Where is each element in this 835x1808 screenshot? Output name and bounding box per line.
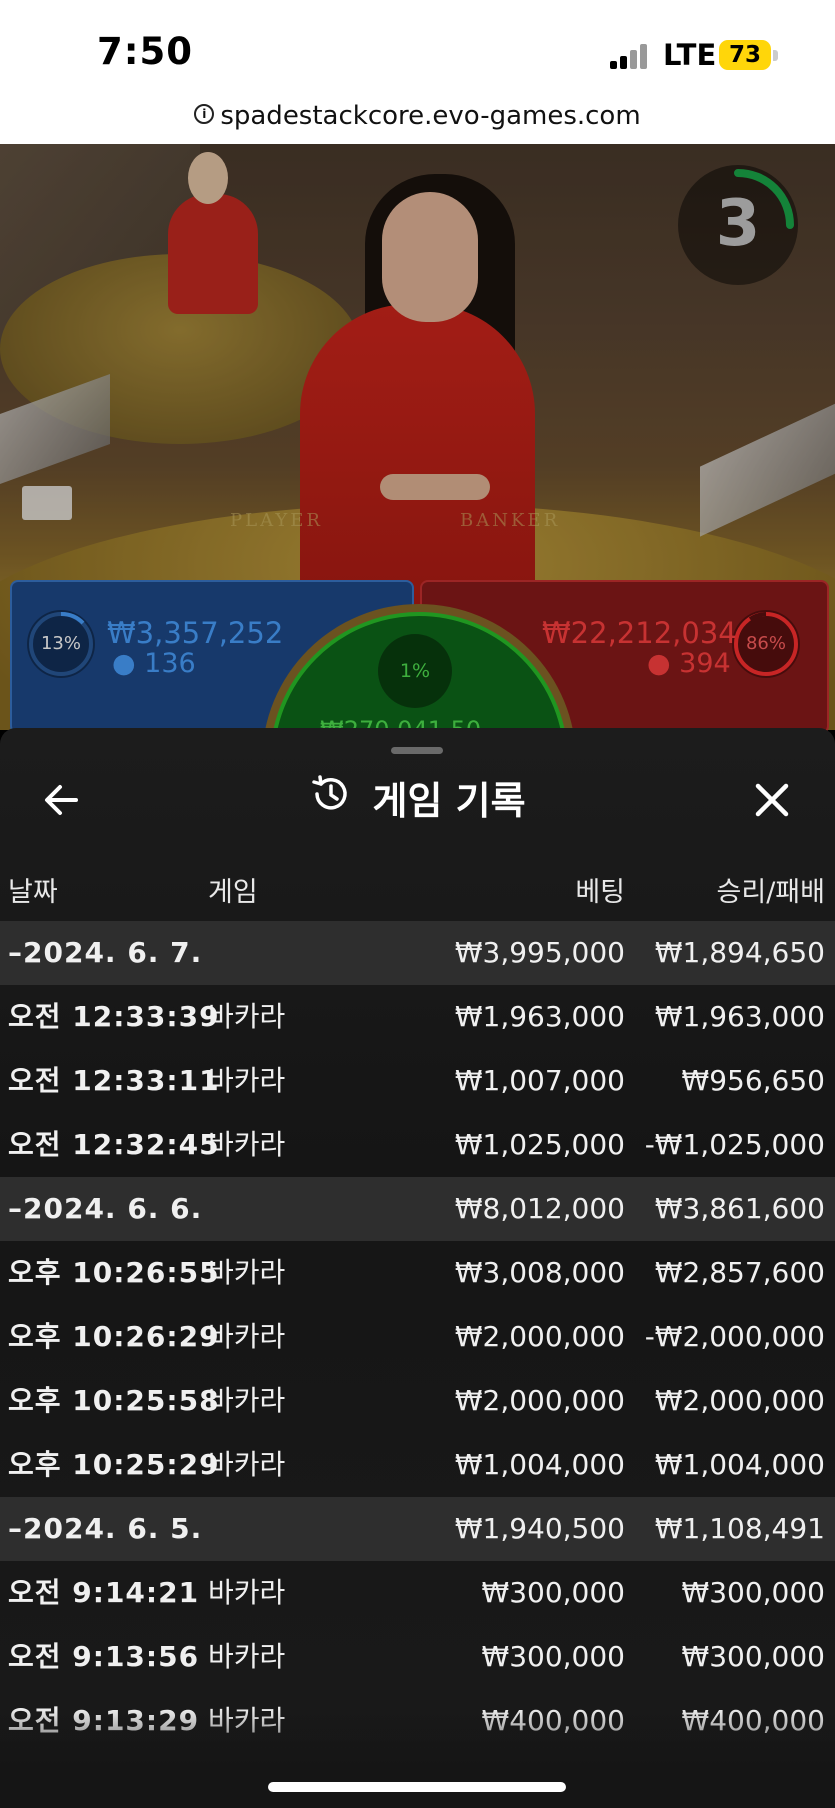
date-group-row[interactable]: –2024. 6. 5. ₩1,940,500 ₩1,108,491	[0, 1497, 835, 1561]
row-game: 바카라	[208, 1064, 286, 1097]
drag-handle[interactable]	[391, 747, 443, 754]
row-result: ₩2,857,600	[654, 1256, 825, 1289]
row-bet: ₩2,000,000	[454, 1384, 625, 1417]
sheet-title: 게임 기록	[372, 779, 526, 823]
row-game: 바카라	[208, 1128, 286, 1161]
close-button[interactable]	[748, 776, 796, 824]
date-group-row[interactable]: –2024. 6. 6. ₩8,012,000 ₩3,861,600	[0, 1177, 835, 1241]
game-history-sheet: 게임 기록 날짜 게임 베팅 승리/패배 –2024. 6. 7. ₩3,995,…	[0, 728, 835, 1808]
battery-icon: 73	[719, 40, 779, 72]
row-time: 오전 12:33:11	[8, 1064, 220, 1097]
table-row[interactable]: 오전 12:33:11 바카라 ₩1,007,000 ₩956,650	[0, 1049, 835, 1113]
row-bet: ₩1,007,000	[454, 1064, 625, 1097]
row-bet: ₩3,995,000	[454, 936, 625, 969]
clock: 7:50	[97, 30, 194, 73]
network-type: LTE	[663, 38, 717, 72]
row-result: ₩1,108,491	[654, 1512, 825, 1545]
row-time: –2024. 6. 6.	[8, 1192, 203, 1225]
row-time: 오후 10:26:29	[8, 1320, 220, 1353]
row-result: ₩1,004,000	[654, 1448, 825, 1481]
row-game: 바카라	[208, 1640, 286, 1673]
battery-level: 73	[719, 40, 771, 70]
row-bet: ₩300,000	[481, 1640, 625, 1673]
table-row[interactable]: 오후 10:25:58 바카라 ₩2,000,000 ₩2,000,000	[0, 1369, 835, 1433]
date-group-row[interactable]: –2024. 6. 7. ₩3,995,000 ₩1,894,650	[0, 921, 835, 985]
scroll-fade	[0, 1708, 835, 1808]
row-result: ₩956,650	[681, 1064, 825, 1097]
info-icon[interactable]: i	[194, 103, 215, 124]
video-dim-overlay	[0, 144, 835, 736]
column-header-date[interactable]: 날짜	[8, 870, 58, 909]
history-icon	[312, 774, 348, 810]
table-row[interactable]: 오전 9:13:56 바카라 ₩300,000 ₩300,000	[0, 1625, 835, 1689]
row-time: 오전 9:14:21	[8, 1576, 200, 1609]
row-result: ₩3,861,600	[654, 1192, 825, 1225]
row-game: 바카라	[208, 1384, 286, 1417]
row-time: 오전 12:32:45	[8, 1128, 220, 1161]
row-time: –2024. 6. 5.	[8, 1512, 203, 1545]
row-result: ₩1,963,000	[654, 1000, 825, 1033]
row-bet: ₩300,000	[481, 1576, 625, 1609]
row-game: 바카라	[208, 1320, 286, 1353]
row-game: 바카라	[208, 1000, 286, 1033]
column-header-game[interactable]: 게임	[208, 870, 258, 909]
table-row[interactable]: 오후 10:26:55 바카라 ₩3,008,000 ₩2,857,600	[0, 1241, 835, 1305]
row-bet: ₩8,012,000	[454, 1192, 625, 1225]
row-time: 오전 9:13:56	[8, 1640, 200, 1673]
row-result: -₩2,000,000	[644, 1320, 825, 1353]
row-bet: ₩1,025,000	[454, 1128, 625, 1161]
row-bet: ₩1,940,500	[454, 1512, 625, 1545]
home-indicator[interactable]	[268, 1782, 566, 1792]
row-game: 바카라	[208, 1576, 286, 1609]
row-time: 오후 10:25:58	[8, 1384, 220, 1417]
column-header-bet[interactable]: 베팅	[575, 870, 625, 909]
row-game: 바카라	[208, 1448, 286, 1481]
close-icon	[755, 783, 789, 817]
url-bar[interactable]: i spadestackcore.evo-games.com	[0, 96, 835, 144]
signal-icon	[610, 43, 650, 69]
row-time: 오전 12:33:39	[8, 1000, 220, 1033]
row-result: ₩300,000	[681, 1640, 825, 1673]
row-result: ₩1,894,650	[654, 936, 825, 969]
sheet-header: 게임 기록	[0, 770, 835, 825]
row-time: –2024. 6. 7.	[8, 936, 203, 969]
row-result: ₩2,000,000	[654, 1384, 825, 1417]
table-row[interactable]: 오전 9:14:21 바카라 ₩300,000 ₩300,000	[0, 1561, 835, 1625]
row-time: 오후 10:25:29	[8, 1448, 220, 1481]
table-row[interactable]: 오후 10:25:29 바카라 ₩1,004,000 ₩1,004,000	[0, 1433, 835, 1497]
table-row[interactable]: 오전 12:33:39 바카라 ₩1,963,000 ₩1,963,000	[0, 985, 835, 1049]
row-bet: ₩3,008,000	[454, 1256, 625, 1289]
row-time: 오후 10:26:55	[8, 1256, 220, 1289]
table-row[interactable]: 오후 10:26:29 바카라 ₩2,000,000 -₩2,000,000	[0, 1305, 835, 1369]
row-result: ₩300,000	[681, 1576, 825, 1609]
status-bar: 7:50 LTE 73	[0, 0, 835, 96]
row-bet: ₩1,963,000	[454, 1000, 625, 1033]
column-header-result[interactable]: 승리/패배	[717, 870, 825, 909]
table-row[interactable]: 오전 12:32:45 바카라 ₩1,025,000 -₩1,025,000	[0, 1113, 835, 1177]
row-result: -₩1,025,000	[644, 1128, 825, 1161]
url-text: spadestackcore.evo-games.com	[220, 101, 641, 131]
row-bet: ₩2,000,000	[454, 1320, 625, 1353]
row-game: 바카라	[208, 1256, 286, 1289]
row-bet: ₩1,004,000	[454, 1448, 625, 1481]
